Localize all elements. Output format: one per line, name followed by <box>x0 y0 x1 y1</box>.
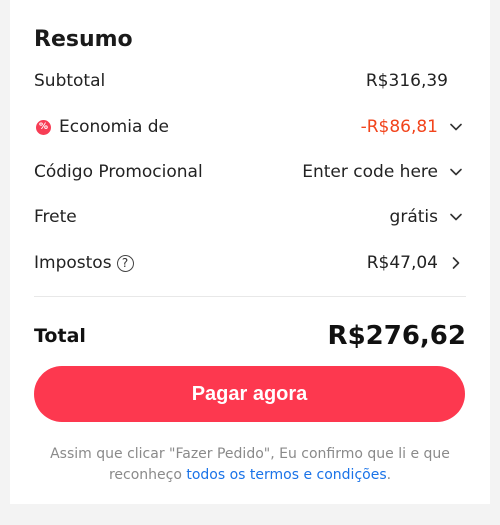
help-icon[interactable]: ? <box>116 254 134 272</box>
promo-code-field[interactable]: Enter code here <box>302 162 438 182</box>
total-label: Total <box>34 325 86 347</box>
promo-code-row[interactable]: Código Promocional Enter code here <box>34 159 466 185</box>
divider <box>34 296 466 297</box>
taxes-row[interactable]: Impostos ? R$47,04 <box>34 250 466 276</box>
chevron-down-icon[interactable] <box>446 117 466 137</box>
total-row: Total R$276,62 <box>34 318 466 354</box>
chevron-right-icon[interactable] <box>446 253 466 273</box>
taxes-value: R$47,04 <box>366 253 438 273</box>
disclaimer-suffix: . <box>386 467 392 483</box>
savings-row[interactable]: % Economia de -R$86,81 <box>34 114 466 140</box>
subtotal-row: Subtotal R$316,39 <box>34 68 466 94</box>
savings-value: -R$86,81 <box>360 117 438 137</box>
terms-disclaimer: Assim que clicar "Fazer Pedido", Eu conf… <box>34 444 466 486</box>
subtotal-label: Subtotal <box>34 71 106 91</box>
chevron-down-icon[interactable] <box>446 162 466 182</box>
summary-title: Resumo <box>34 27 133 52</box>
chevron-down-icon[interactable] <box>446 207 466 227</box>
total-value: R$276,62 <box>327 321 466 351</box>
pay-now-button[interactable]: Pagar agora <box>34 366 465 422</box>
taxes-label: Impostos <box>34 253 112 273</box>
subtotal-value: R$316,39 <box>365 71 448 91</box>
promo-code-label: Código Promocional <box>34 162 203 182</box>
discount-badge-icon: % <box>36 119 51 135</box>
shipping-label: Frete <box>34 207 77 227</box>
shipping-value: grátis <box>389 207 438 227</box>
savings-label: Economia de <box>59 117 170 137</box>
terms-link[interactable]: todos os termos e condições <box>186 467 386 483</box>
order-summary-card: Resumo Subtotal R$316,39 % Economia de -… <box>10 0 490 504</box>
shipping-row[interactable]: Frete grátis <box>34 204 466 230</box>
